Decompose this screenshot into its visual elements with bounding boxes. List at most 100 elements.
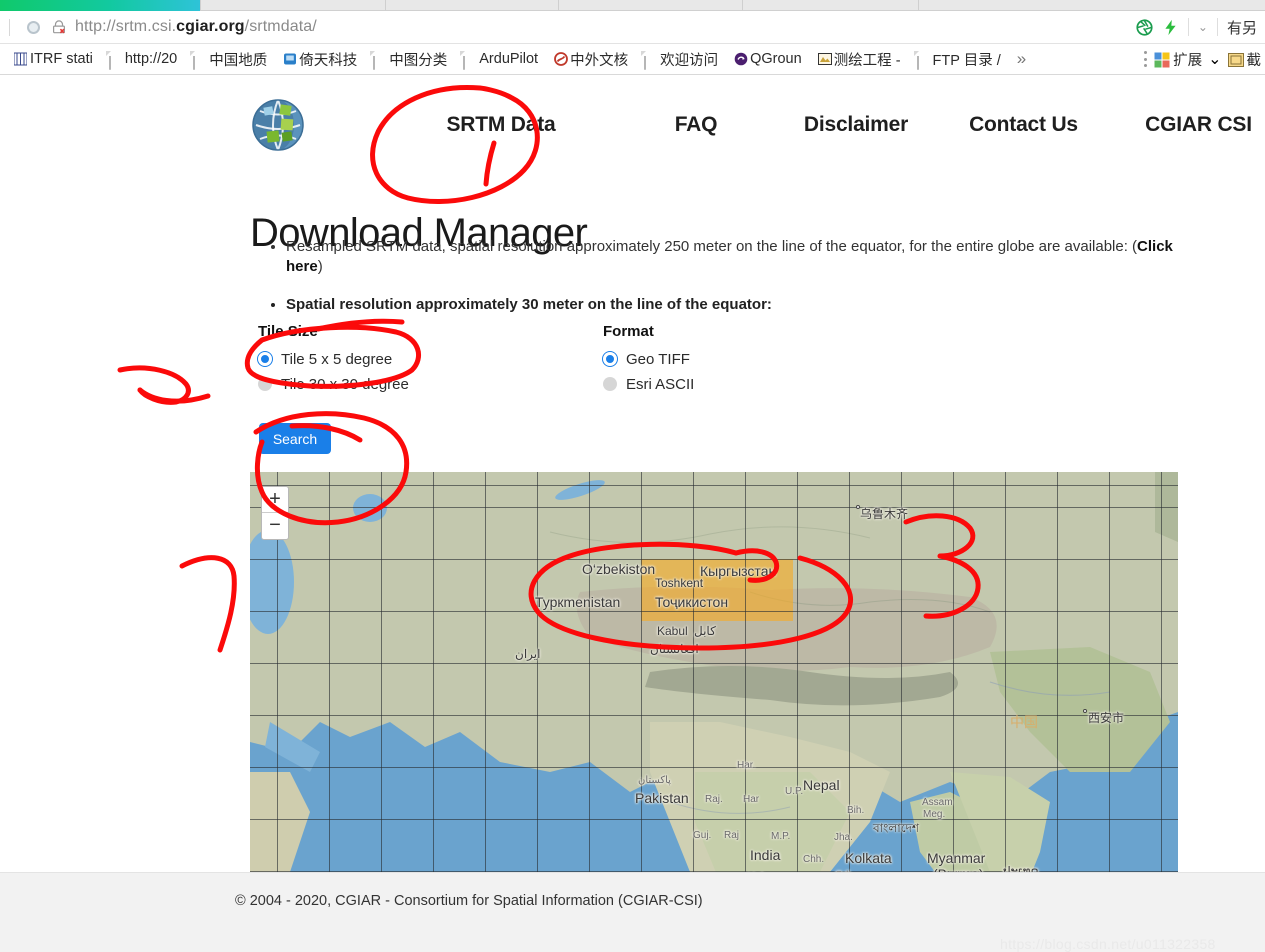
page-info-icon[interactable] bbox=[27, 20, 40, 34]
tab-divider bbox=[918, 0, 919, 11]
extensions-label[interactable]: 扩展 bbox=[1173, 49, 1202, 70]
bookmark-item[interactable]: http://20 bbox=[101, 44, 185, 75]
bookmarks-bar: ITRF stati http://20 中国地质 倚天科技 中图分类 Ardu… bbox=[0, 44, 1265, 75]
globe-logo-icon[interactable] bbox=[250, 97, 306, 153]
bullet-text: Spatial resolution approximately 30 mete… bbox=[286, 295, 772, 313]
radio-selected-icon[interactable] bbox=[603, 352, 617, 366]
bookmark-label: 中图分类 bbox=[389, 52, 448, 69]
browser-chrome: http://srtm.csi.cgiar.org/srtmdata/ ⌄ 有另 bbox=[0, 0, 1265, 75]
screenshot-label[interactable]: 截 bbox=[1247, 49, 1262, 70]
selected-tile-overlay[interactable] bbox=[641, 559, 793, 621]
nav-link-faq[interactable]: FAQ bbox=[616, 113, 776, 137]
itrf-icon bbox=[13, 52, 28, 67]
insecure-lock-icon[interactable] bbox=[51, 19, 67, 35]
chevron-down-icon[interactable]: ⌄ bbox=[1198, 20, 1208, 34]
map-zoom-controls[interactable]: + − bbox=[261, 486, 289, 540]
tab-divider bbox=[558, 0, 559, 11]
bookmark-item[interactable]: ITRF stati bbox=[6, 44, 101, 75]
bullet-text: Resampled SRTM data, spatial resolution … bbox=[286, 238, 1138, 255]
zoom-out-button[interactable]: − bbox=[262, 513, 288, 539]
blue-square-icon bbox=[283, 52, 297, 67]
page-content: SRTM Data FAQ Disclaimer Contact Us CGIA… bbox=[0, 75, 1265, 952]
active-tab[interactable] bbox=[0, 0, 200, 11]
tile-size-fieldset: Tile Size Tile 5 x 5 degree Tile 30 x 30… bbox=[258, 323, 409, 398]
bookmark-item[interactable]: 欢迎访问 bbox=[636, 44, 726, 75]
radio-label: Esri ASCII bbox=[626, 375, 695, 393]
radio-selected-icon[interactable] bbox=[258, 352, 272, 366]
lightning-bolt-icon[interactable] bbox=[1162, 19, 1179, 36]
bookmark-item[interactable]: QGroun bbox=[726, 44, 810, 75]
chevron-down-icon[interactable]: ⌄ bbox=[1208, 49, 1221, 69]
bookmark-item[interactable]: 中外文核 bbox=[546, 44, 636, 75]
url-text[interactable]: http://srtm.csi.cgiar.org/srtmdata/ bbox=[75, 18, 317, 36]
doc-icon bbox=[108, 50, 122, 70]
bookmarks-overflow-button[interactable]: » bbox=[1009, 49, 1034, 69]
bookmark-item[interactable]: 中图分类 bbox=[365, 44, 455, 75]
search-button[interactable]: Search bbox=[259, 423, 331, 454]
nav-links: SRTM Data FAQ Disclaimer Contact Us CGIA… bbox=[386, 113, 1265, 137]
radio-label: Tile 5 x 5 degree bbox=[281, 350, 393, 368]
nav-link-disclaimer[interactable]: Disclaimer bbox=[776, 113, 936, 137]
doc-icon bbox=[373, 50, 386, 70]
radio-unselected-icon[interactable] bbox=[603, 377, 617, 391]
bookmark-label: ArduPilot bbox=[479, 51, 539, 67]
format-fieldset: Format Geo TIFF Esri ASCII bbox=[603, 323, 694, 398]
doc-icon bbox=[193, 50, 206, 70]
doc-icon bbox=[916, 50, 930, 70]
tile-size-option-5deg[interactable]: Tile 5 x 5 degree bbox=[258, 348, 409, 370]
radio-label: Tile 30 x 30 degree bbox=[281, 375, 409, 393]
doc-icon bbox=[463, 50, 476, 70]
bookmark-item[interactable]: FTP 目录 / bbox=[909, 44, 1009, 75]
bookmark-label: ITRF stati bbox=[30, 51, 93, 67]
qgis-icon bbox=[734, 52, 748, 67]
bullet-text-after: ) bbox=[317, 258, 323, 276]
bookmark-label: 欢迎访问 bbox=[660, 52, 719, 69]
bookmark-item[interactable]: ArduPilot bbox=[455, 44, 546, 75]
red-circle-icon bbox=[554, 51, 568, 67]
bookmark-label: QGroun bbox=[750, 51, 802, 67]
tab-divider bbox=[200, 0, 201, 11]
list-item: Resampled SRTM data, spatial resolution … bbox=[286, 237, 1198, 278]
extensions-icon[interactable] bbox=[1154, 52, 1170, 67]
screenshot-icon[interactable] bbox=[1227, 52, 1244, 67]
divider bbox=[1216, 18, 1218, 36]
nav-link-cgiar-csi[interactable]: CGIAR CSI bbox=[1111, 113, 1265, 137]
tab-divider bbox=[742, 0, 743, 11]
copyright-text: © 2004 - 2020, CGIAR - Consortium for Sp… bbox=[235, 893, 703, 909]
bookmark-item[interactable]: 倚天科技 bbox=[275, 44, 365, 75]
nav-link-srtm-data[interactable]: SRTM Data bbox=[386, 113, 616, 137]
address-bar-actions: ⌄ 有另 bbox=[1136, 17, 1265, 38]
tile-size-legend: Tile Size bbox=[258, 323, 318, 340]
bookmark-label: FTP 目录 / bbox=[932, 52, 1001, 69]
toolbar-divider bbox=[9, 18, 10, 36]
aperture-icon[interactable] bbox=[1136, 18, 1153, 36]
bookmark-label: 中国地质 bbox=[209, 52, 268, 69]
bookmark-item[interactable]: 测绘工程 - bbox=[810, 44, 909, 75]
radio-label: Geo TIFF bbox=[626, 350, 690, 368]
bookmark-item[interactable]: 中国地质 bbox=[185, 44, 275, 75]
tab-strip bbox=[0, 0, 1265, 11]
image-icon bbox=[817, 52, 832, 67]
bookmark-label: 测绘工程 - bbox=[833, 52, 901, 69]
bookmark-label: 中外文核 bbox=[570, 52, 629, 69]
format-legend: Format bbox=[603, 323, 654, 340]
bookmark-label: http://20 bbox=[124, 51, 178, 67]
tab-divider bbox=[385, 0, 386, 11]
zoom-in-button[interactable]: + bbox=[262, 487, 288, 513]
site-navbar: SRTM Data FAQ Disclaimer Contact Us CGIA… bbox=[250, 95, 1252, 155]
nav-link-contact-us[interactable]: Contact Us bbox=[936, 113, 1111, 137]
divider bbox=[1187, 18, 1189, 36]
bookmarks-bar-right: 扩展 ⌄ 截 bbox=[1144, 49, 1265, 70]
doc-icon bbox=[644, 50, 657, 70]
page-footer: © 2004 - 2020, CGIAR - Consortium for Sp… bbox=[0, 872, 1265, 952]
tile-size-option-30deg[interactable]: Tile 30 x 30 degree bbox=[258, 373, 409, 395]
bookmark-label: 倚天科技 bbox=[299, 52, 358, 69]
list-item: Spatial resolution approximately 30 mete… bbox=[286, 295, 1198, 315]
info-bullet-list: Resampled SRTM data, spatial resolution … bbox=[268, 237, 1198, 332]
radio-unselected-icon[interactable] bbox=[258, 377, 272, 391]
toolbar-right-text[interactable]: 有另 bbox=[1227, 17, 1257, 38]
more-options-icon[interactable] bbox=[1144, 51, 1148, 67]
format-option-geotiff[interactable]: Geo TIFF bbox=[603, 348, 694, 370]
format-option-esri-ascii[interactable]: Esri ASCII bbox=[603, 373, 694, 395]
address-bar[interactable]: http://srtm.csi.cgiar.org/srtmdata/ ⌄ 有另 bbox=[0, 11, 1265, 44]
